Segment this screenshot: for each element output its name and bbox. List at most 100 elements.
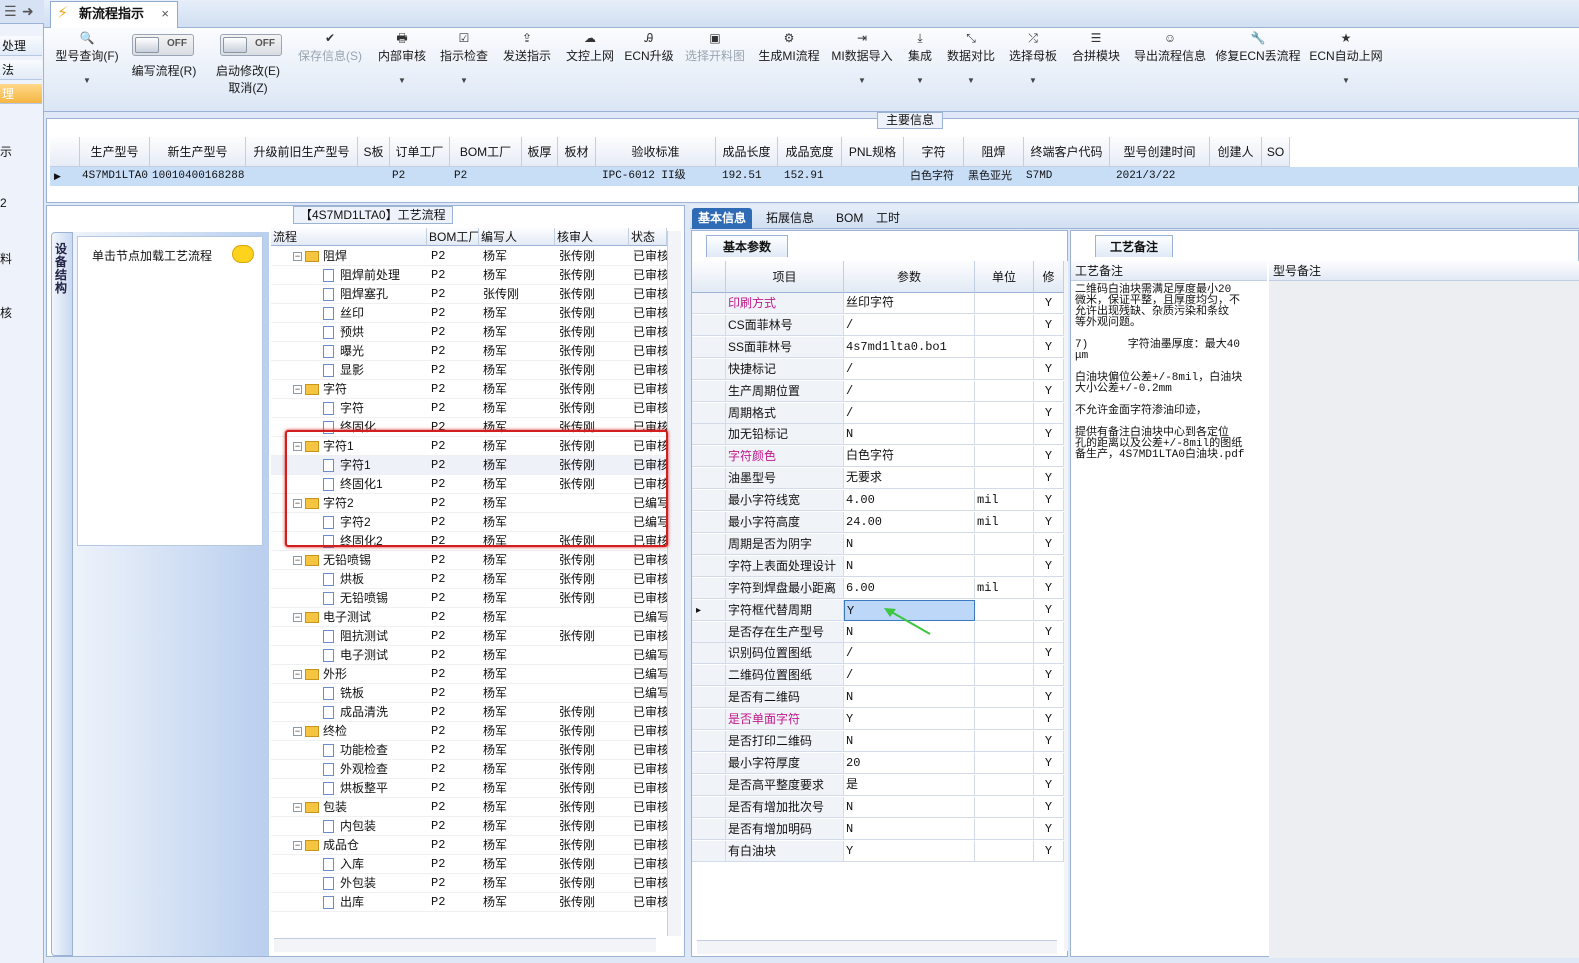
tree-horizontal-scrollbar[interactable]: [274, 938, 656, 952]
collapse-toggle-icon[interactable]: −: [293, 670, 302, 680]
tree-row[interactable]: 功能检查 P2 杨军 张传刚 已审核: [271, 741, 667, 760]
param-value[interactable]: N: [844, 687, 975, 709]
param-col-modify[interactable]: 修: [1034, 261, 1064, 293]
param-value[interactable]: /: [844, 358, 975, 380]
param-value[interactable]: 24.00: [844, 512, 975, 533]
ecn-auto-online-button[interactable]: ★ ECN自动上网 ▼: [1306, 28, 1386, 112]
collapse-toggle-icon[interactable]: −: [293, 803, 302, 813]
data-compare-button[interactable]: ⤡ 数据对比 ▼: [942, 28, 1000, 112]
tree-row[interactable]: 入库 P2 杨军 张传刚 已审核: [271, 855, 667, 874]
param-row[interactable]: SS面菲林号 4s7md1lta0.bo1 Y: [692, 336, 1064, 359]
tree-row[interactable]: 无铅喷锡 P2 杨军 张传刚 已审核: [271, 589, 667, 608]
col-model[interactable]: 生产型号: [80, 137, 150, 167]
export-process-button[interactable]: ☺ 导出流程信息: [1130, 28, 1210, 112]
cell-new-model[interactable]: 10010400168288: [152, 167, 248, 186]
tree-col-process[interactable]: 流程: [271, 228, 427, 246]
param-value[interactable]: N: [844, 533, 975, 555]
param-vertical-scrollbar[interactable]: [1064, 261, 1068, 951]
collapse-toggle-icon[interactable]: −: [293, 613, 302, 623]
tree-row[interactable]: − 字符 P2 杨军 张传刚 已审核: [271, 380, 667, 399]
param-row[interactable]: 最小字符高度 24.00 mil Y: [692, 512, 1064, 534]
col-pnl[interactable]: PNL规格: [842, 137, 904, 167]
param-row[interactable]: 周期是否为阴字 N Y: [692, 533, 1064, 556]
tree-col-checker[interactable]: 核审人: [555, 228, 629, 246]
param-row[interactable]: 最小字符厚度 20 Y: [692, 752, 1064, 775]
save-info-button[interactable]: ✔ 保存信息(S): [294, 28, 366, 112]
merge-module-button[interactable]: ☰ 合拼模块: [1066, 28, 1126, 112]
tree-row[interactable]: 成品清洗 P2 杨军 张传刚 已审核: [271, 703, 667, 722]
ecn-upgrade-button[interactable]: Ꭿ ECN升级: [622, 28, 676, 112]
param-value[interactable]: /: [844, 665, 975, 687]
collapse-toggle-icon[interactable]: −: [293, 556, 302, 566]
col-new-model[interactable]: 新生产型号: [150, 137, 246, 167]
param-row[interactable]: 生产周期位置 / Y: [692, 380, 1064, 403]
node-box[interactable]: 单击节点加载工艺流程: [77, 236, 263, 546]
cancel-label[interactable]: 取消(Z): [212, 79, 284, 96]
param-value[interactable]: /: [844, 402, 975, 424]
col-customer[interactable]: 终端客户代码: [1024, 137, 1110, 167]
param-col-value[interactable]: 参数: [844, 261, 975, 293]
param-value[interactable]: 4.00: [844, 490, 975, 512]
param-row[interactable]: 字符上表面处理设计 N Y: [692, 555, 1064, 578]
query-button[interactable]: 🔍 型号查询(F) ▼: [52, 28, 122, 112]
param-row[interactable]: CS面菲林号 / Y: [692, 314, 1064, 337]
param-row[interactable]: ▸ 字符框代替周期 Y Y: [692, 599, 1064, 622]
tree-row[interactable]: − 终检 P2 杨军 张传刚 已审核: [271, 722, 667, 741]
col-width[interactable]: 成品宽度: [778, 137, 842, 167]
tab-extended-info[interactable]: 拓展信息: [760, 208, 820, 229]
param-value[interactable]: 无要求: [844, 468, 975, 490]
param-value[interactable]: /: [844, 314, 975, 336]
tree-row[interactable]: 显影 P2 杨军 张传刚 已审核: [271, 361, 667, 380]
integrate-button[interactable]: ⤓ 集成 ▼: [902, 28, 938, 112]
basic-params-caption[interactable]: 基本参数: [706, 235, 788, 257]
param-value[interactable]: Y: [844, 840, 975, 862]
nav-label-1[interactable]: 示: [0, 143, 12, 160]
cell-length[interactable]: 192.51: [722, 167, 772, 186]
col-bom-factory[interactable]: BOM工厂: [450, 137, 522, 167]
param-row[interactable]: 是否高平整度要求是 Y: [692, 774, 1064, 797]
internal-review-button[interactable]: 🖶 内部审核 ▼: [374, 28, 430, 112]
tree-row[interactable]: 阻焊前处理 P2 杨军 张传刚 已审核: [271, 266, 667, 285]
param-row[interactable]: 二维码位置图纸 / Y: [692, 665, 1064, 687]
collapse-toggle-icon[interactable]: −: [293, 841, 302, 851]
collapse-toggle-icon[interactable]: −: [293, 252, 302, 262]
param-row[interactable]: 字符到焊盘最小距离 6.00 mil Y: [692, 577, 1064, 600]
collapse-toggle-icon[interactable]: −: [293, 385, 302, 395]
repair-ecn-button[interactable]: 🔧 修复ECN丢流程: [1214, 28, 1302, 112]
param-value[interactable]: N: [844, 555, 975, 577]
cell-standard[interactable]: IPC-6012 II级: [602, 167, 712, 186]
param-value[interactable]: N: [844, 731, 975, 752]
tree-vertical-scrollbar[interactable]: [667, 231, 681, 936]
nav-item-3[interactable]: 理: [0, 84, 42, 104]
param-value[interactable]: 白色字符: [844, 446, 975, 468]
select-cutting-map-button[interactable]: ▣ 选择开料图: [680, 28, 750, 112]
col-length[interactable]: 成品长度: [716, 137, 778, 167]
param-value[interactable]: /: [844, 380, 975, 402]
col-so[interactable]: SO: [1262, 137, 1290, 167]
col-char[interactable]: 字符: [904, 137, 964, 167]
param-value[interactable]: 丝印字符: [844, 293, 975, 314]
col-old-model[interactable]: 升级前旧生产型号: [246, 137, 358, 167]
col-thickness[interactable]: 板厚: [522, 137, 558, 167]
param-row[interactable]: 字符颜色 白色字符 Y: [692, 446, 1064, 468]
param-row[interactable]: 有白油块 Y Y: [692, 840, 1064, 863]
col-s-board[interactable]: S板: [358, 137, 390, 167]
param-row[interactable]: 是否有增加批次号 N Y: [692, 796, 1064, 819]
cell-width[interactable]: 152.91: [784, 167, 834, 186]
param-value[interactable]: 4s7md1lta0.bo1: [844, 336, 975, 358]
param-col-unit[interactable]: 单位: [975, 261, 1034, 293]
tab-work-hours[interactable]: 工时: [870, 208, 906, 229]
col-material[interactable]: 板材: [558, 137, 596, 167]
model-remark-area[interactable]: [1269, 281, 1579, 958]
param-row[interactable]: 是否打印二维码 N Y: [692, 731, 1064, 753]
start-modify-toggle[interactable]: OFF: [220, 34, 282, 56]
collapse-toggle-icon[interactable]: −: [293, 727, 302, 737]
nav-item-1[interactable]: 处理: [0, 36, 42, 56]
close-icon[interactable]: ×: [161, 2, 169, 26]
generate-mi-button[interactable]: ⚙ 生成MI流程: [756, 28, 822, 112]
vertical-tab-equipment[interactable]: 设备结构: [51, 232, 73, 956]
nav-top-icons[interactable]: ☰ ➜: [0, 0, 44, 24]
param-row[interactable]: 是否单面字符 Y Y: [692, 709, 1064, 731]
tree-row[interactable]: 丝印 P2 杨军 张传刚 已审核: [271, 304, 667, 323]
tree-row[interactable]: − 阻焊 P2 杨军 张传刚 已审核: [271, 247, 667, 266]
